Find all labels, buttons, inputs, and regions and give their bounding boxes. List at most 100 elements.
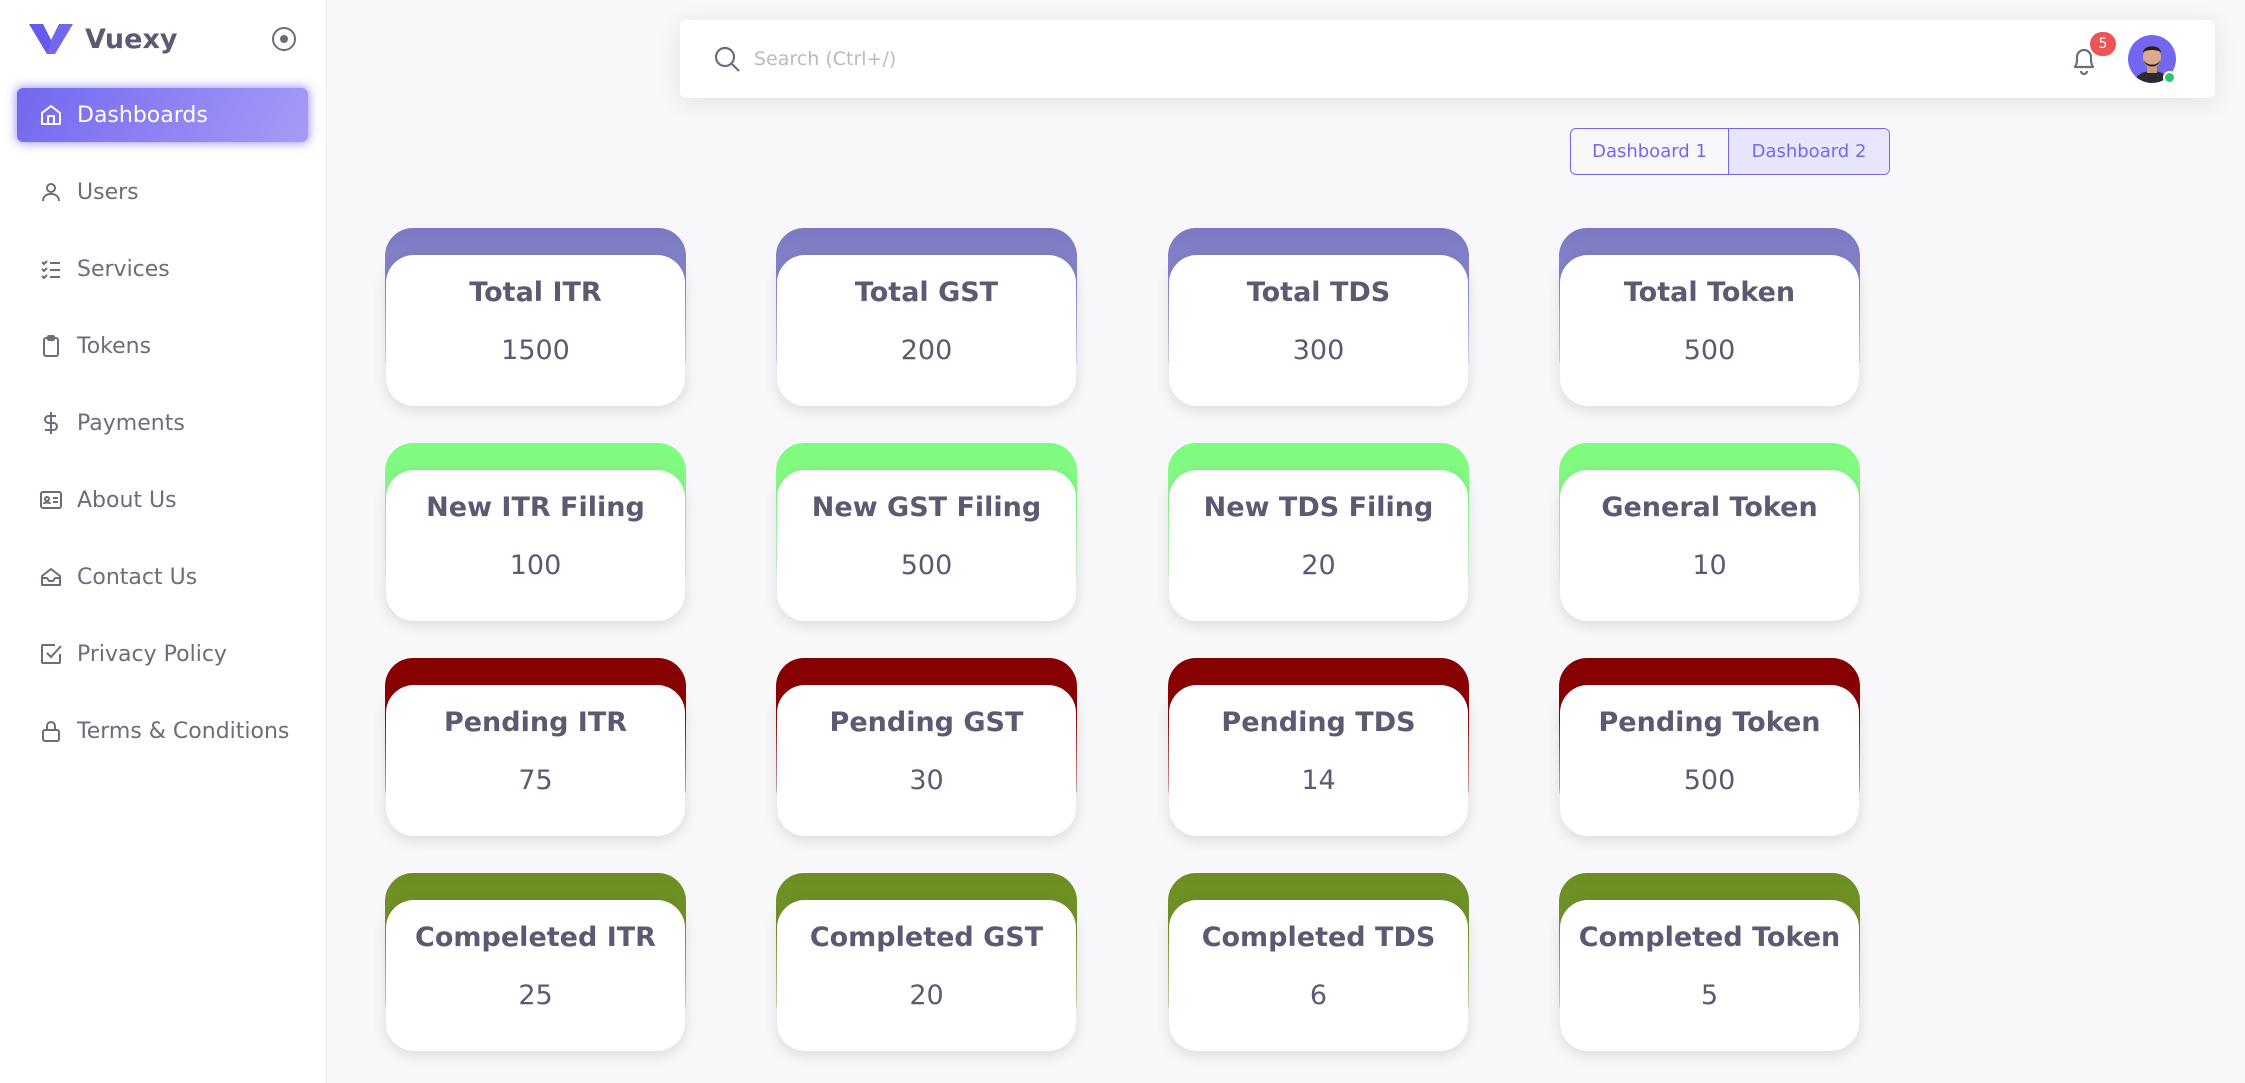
card-title: Compeleted ITR	[415, 922, 656, 953]
card-title: Completed TDS	[1201, 922, 1436, 953]
dashboard-toggle: Dashboard 1 Dashboard 2	[1570, 128, 1890, 175]
stat-card[interactable]: Completed Token 5	[1559, 873, 1860, 1053]
card-body: New TDS Filing 20	[1169, 470, 1468, 621]
card-value: 500	[1683, 765, 1736, 796]
sidebar-item-label: Privacy Policy	[77, 641, 227, 667]
card-value: 10	[1692, 550, 1727, 581]
sidebar-item-label: Payments	[77, 410, 185, 436]
search-input[interactable]	[752, 39, 1552, 79]
card-body: Total GST 200	[777, 255, 1076, 406]
sidebar-item-label: Dashboards	[77, 102, 208, 128]
stat-card[interactable]: Total Token 500	[1559, 228, 1860, 408]
lock-icon	[42, 721, 60, 742]
stat-card[interactable]: Total TDS 300	[1168, 228, 1469, 408]
card-value: 20	[1301, 550, 1336, 581]
sidebar-collapse-icon[interactable]	[271, 26, 297, 52]
sidebar-item-payments[interactable]: Payments	[17, 396, 308, 450]
card-body: Pending ITR 75	[386, 685, 685, 836]
stat-card[interactable]: Pending TDS 14	[1168, 658, 1469, 838]
sidebar-item-privacy-policy[interactable]: Privacy Policy	[17, 627, 308, 681]
card-body: Completed GST 20	[777, 900, 1076, 1051]
card-value: 75	[518, 765, 553, 796]
card-value: 500	[900, 550, 953, 581]
card-title: Total Token	[1623, 277, 1796, 308]
stat-card[interactable]: Completed GST 20	[776, 873, 1077, 1053]
user-icon	[42, 183, 60, 202]
sidebar-item-services[interactable]: Services	[17, 242, 308, 296]
sidebar-item-label: Services	[77, 256, 170, 282]
sidebar-item-label: Users	[77, 179, 139, 205]
notification-badge: 5	[2090, 32, 2116, 56]
card-body: New ITR Filing 100	[386, 470, 685, 621]
check-square-icon	[41, 644, 62, 664]
sidebar-item-dashboards[interactable]: Dashboards	[17, 88, 308, 142]
card-value: 20	[909, 980, 944, 1011]
sidebar-item-contact-us[interactable]: Contact Us	[17, 550, 308, 604]
stat-card[interactable]: Pending Token 500	[1559, 658, 1860, 838]
sidebar-item-label: Contact Us	[77, 564, 198, 590]
stat-card[interactable]: Completed TDS 6	[1168, 873, 1469, 1053]
card-value: 100	[509, 550, 562, 581]
card-value: 25	[518, 980, 553, 1011]
sidebar-item-users[interactable]: Users	[17, 165, 308, 219]
card-title: Completed GST	[809, 922, 1044, 953]
card-title: Total GST	[854, 277, 999, 308]
card-body: Completed TDS 6	[1169, 900, 1468, 1051]
card-body: Compeleted ITR 25	[386, 900, 685, 1051]
dashboard-2-button[interactable]: Dashboard 2	[1729, 129, 1889, 174]
card-title: Pending ITR	[443, 707, 628, 738]
home-icon	[41, 105, 61, 125]
brand[interactable]: Vuexy	[29, 22, 177, 56]
top-navbar: 5	[680, 20, 2215, 98]
dollar-icon	[44, 412, 58, 434]
sidebar-item-tokens[interactable]: Tokens	[17, 319, 308, 373]
card-value: 200	[900, 335, 953, 366]
stat-card[interactable]: New ITR Filing 100	[385, 443, 686, 623]
search-icon[interactable]	[712, 44, 742, 74]
card-body: Total ITR 1500	[386, 255, 685, 406]
card-body: General Token 10	[1560, 470, 1859, 621]
id-card-icon	[40, 491, 62, 509]
card-title: New TDS Filing	[1203, 492, 1434, 523]
card-title: Pending TDS	[1221, 707, 1416, 738]
card-value: 300	[1292, 335, 1345, 366]
card-body: Total Token 500	[1560, 255, 1859, 406]
stat-card[interactable]: New GST Filing 500	[776, 443, 1077, 623]
stat-card[interactable]: Pending GST 30	[776, 658, 1077, 838]
card-value: 6	[1309, 980, 1328, 1011]
card-body: New GST Filing 500	[777, 470, 1076, 621]
online-status-dot	[2163, 71, 2176, 84]
card-title: Total ITR	[469, 277, 602, 308]
card-value: 14	[1301, 765, 1336, 796]
brand-name: Vuexy	[85, 23, 178, 55]
stat-card[interactable]: General Token 10	[1559, 443, 1860, 623]
list-check-icon	[41, 260, 60, 280]
stat-card[interactable]: Compeleted ITR 25	[385, 873, 686, 1053]
stat-card[interactable]: Total GST 200	[776, 228, 1077, 408]
card-title: Pending GST	[829, 707, 1024, 738]
card-title: Total TDS	[1246, 277, 1391, 308]
card-value: 5	[1700, 980, 1719, 1011]
sidebar-item-label: About Us	[77, 487, 177, 513]
card-title: Pending Token	[1598, 707, 1821, 738]
sidebar-nav: Dashboards Users Services Tokens Payment…	[17, 88, 308, 781]
sidebar-item-terms-conditions[interactable]: Terms & Conditions	[17, 704, 308, 758]
dashboard-1-button[interactable]: Dashboard 1	[1571, 129, 1729, 174]
stat-card[interactable]: Pending ITR 75	[385, 658, 686, 838]
stat-card[interactable]: New TDS Filing 20	[1168, 443, 1469, 623]
card-title: New GST Filing	[811, 492, 1042, 523]
card-title: Completed Token	[1578, 922, 1841, 953]
card-body: Pending TDS 14	[1169, 685, 1468, 836]
stat-card[interactable]: Total ITR 1500	[385, 228, 686, 408]
vuexy-logo-icon	[29, 24, 73, 54]
card-title: New ITR Filing	[426, 492, 645, 523]
clipboard-icon	[43, 335, 59, 357]
inbox-icon	[41, 568, 61, 586]
card-value: 1500	[501, 335, 570, 366]
sidebar-item-about-us[interactable]: About Us	[17, 473, 308, 527]
card-title: General Token	[1601, 492, 1818, 523]
card-value: 30	[909, 765, 944, 796]
sidebar-item-label: Terms & Conditions	[77, 718, 290, 744]
card-body: Total TDS 300	[1169, 255, 1468, 406]
card-body: Pending GST 30	[777, 685, 1076, 836]
